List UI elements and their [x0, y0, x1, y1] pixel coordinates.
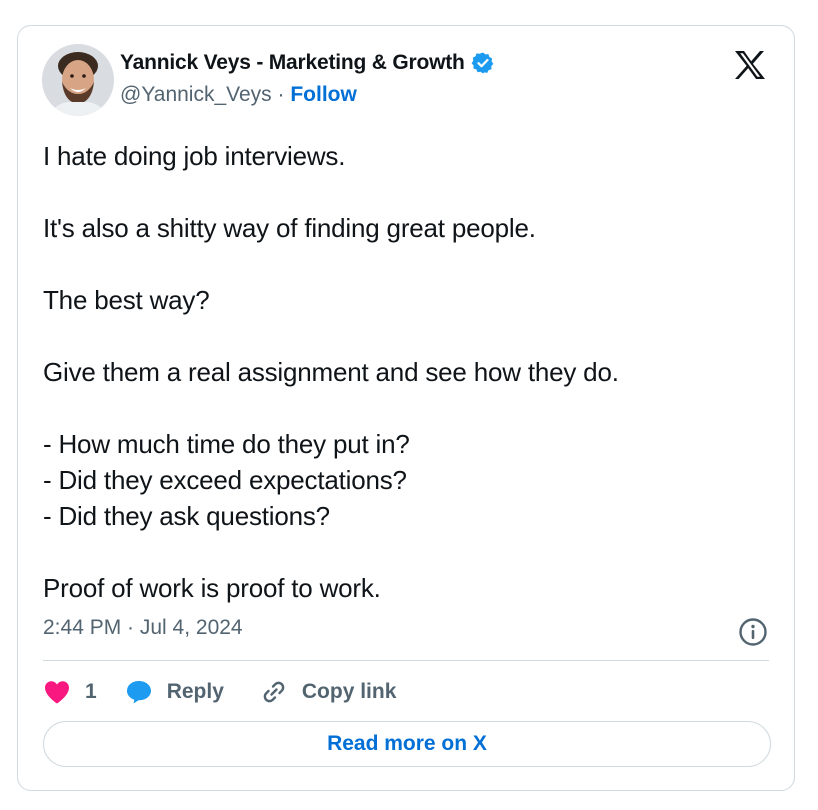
author-avatar[interactable] [42, 44, 114, 116]
read-more-label: Read more on X [327, 732, 487, 755]
link-icon [263, 681, 285, 703]
copy-link-button[interactable]: Copy link [260, 678, 397, 706]
x-logo-icon[interactable] [734, 50, 766, 80]
speech-bubble-icon [126, 681, 151, 704]
author-handle[interactable]: @Yannick_Veys [120, 83, 272, 106]
info-icon[interactable] [738, 617, 768, 647]
heart-icon [45, 681, 69, 704]
tweet-text: I hate doing job interviews. It's also a… [43, 141, 619, 603]
author-handle-row: @Yannick_Veys · Follow [120, 83, 357, 107]
like-button[interactable]: 1 [43, 679, 97, 705]
divider [43, 660, 769, 661]
reply-label: Reply [166, 680, 224, 703]
copy-link-label: Copy link [301, 680, 397, 703]
follow-button[interactable]: Follow [290, 83, 357, 106]
tweet-card: Yannick Veys - Marketing & Growth @Yanni… [17, 25, 795, 791]
author-name-text[interactable]: Yannick Veys - Marketing & Growth [120, 51, 465, 75]
tweet-actions: 1 Reply Copy link [43, 672, 396, 712]
handle-separator: · [271, 83, 291, 106]
tweet-timestamp[interactable]: 2:44 PM · Jul 4, 2024 [43, 616, 243, 640]
read-more-button[interactable]: Read more on X [43, 721, 771, 767]
reply-button[interactable]: Reply [125, 679, 224, 705]
author-name[interactable]: Yannick Veys - Marketing & Growth [120, 51, 495, 75]
like-count: 1 [85, 680, 97, 703]
verified-badge-icon [471, 51, 495, 75]
